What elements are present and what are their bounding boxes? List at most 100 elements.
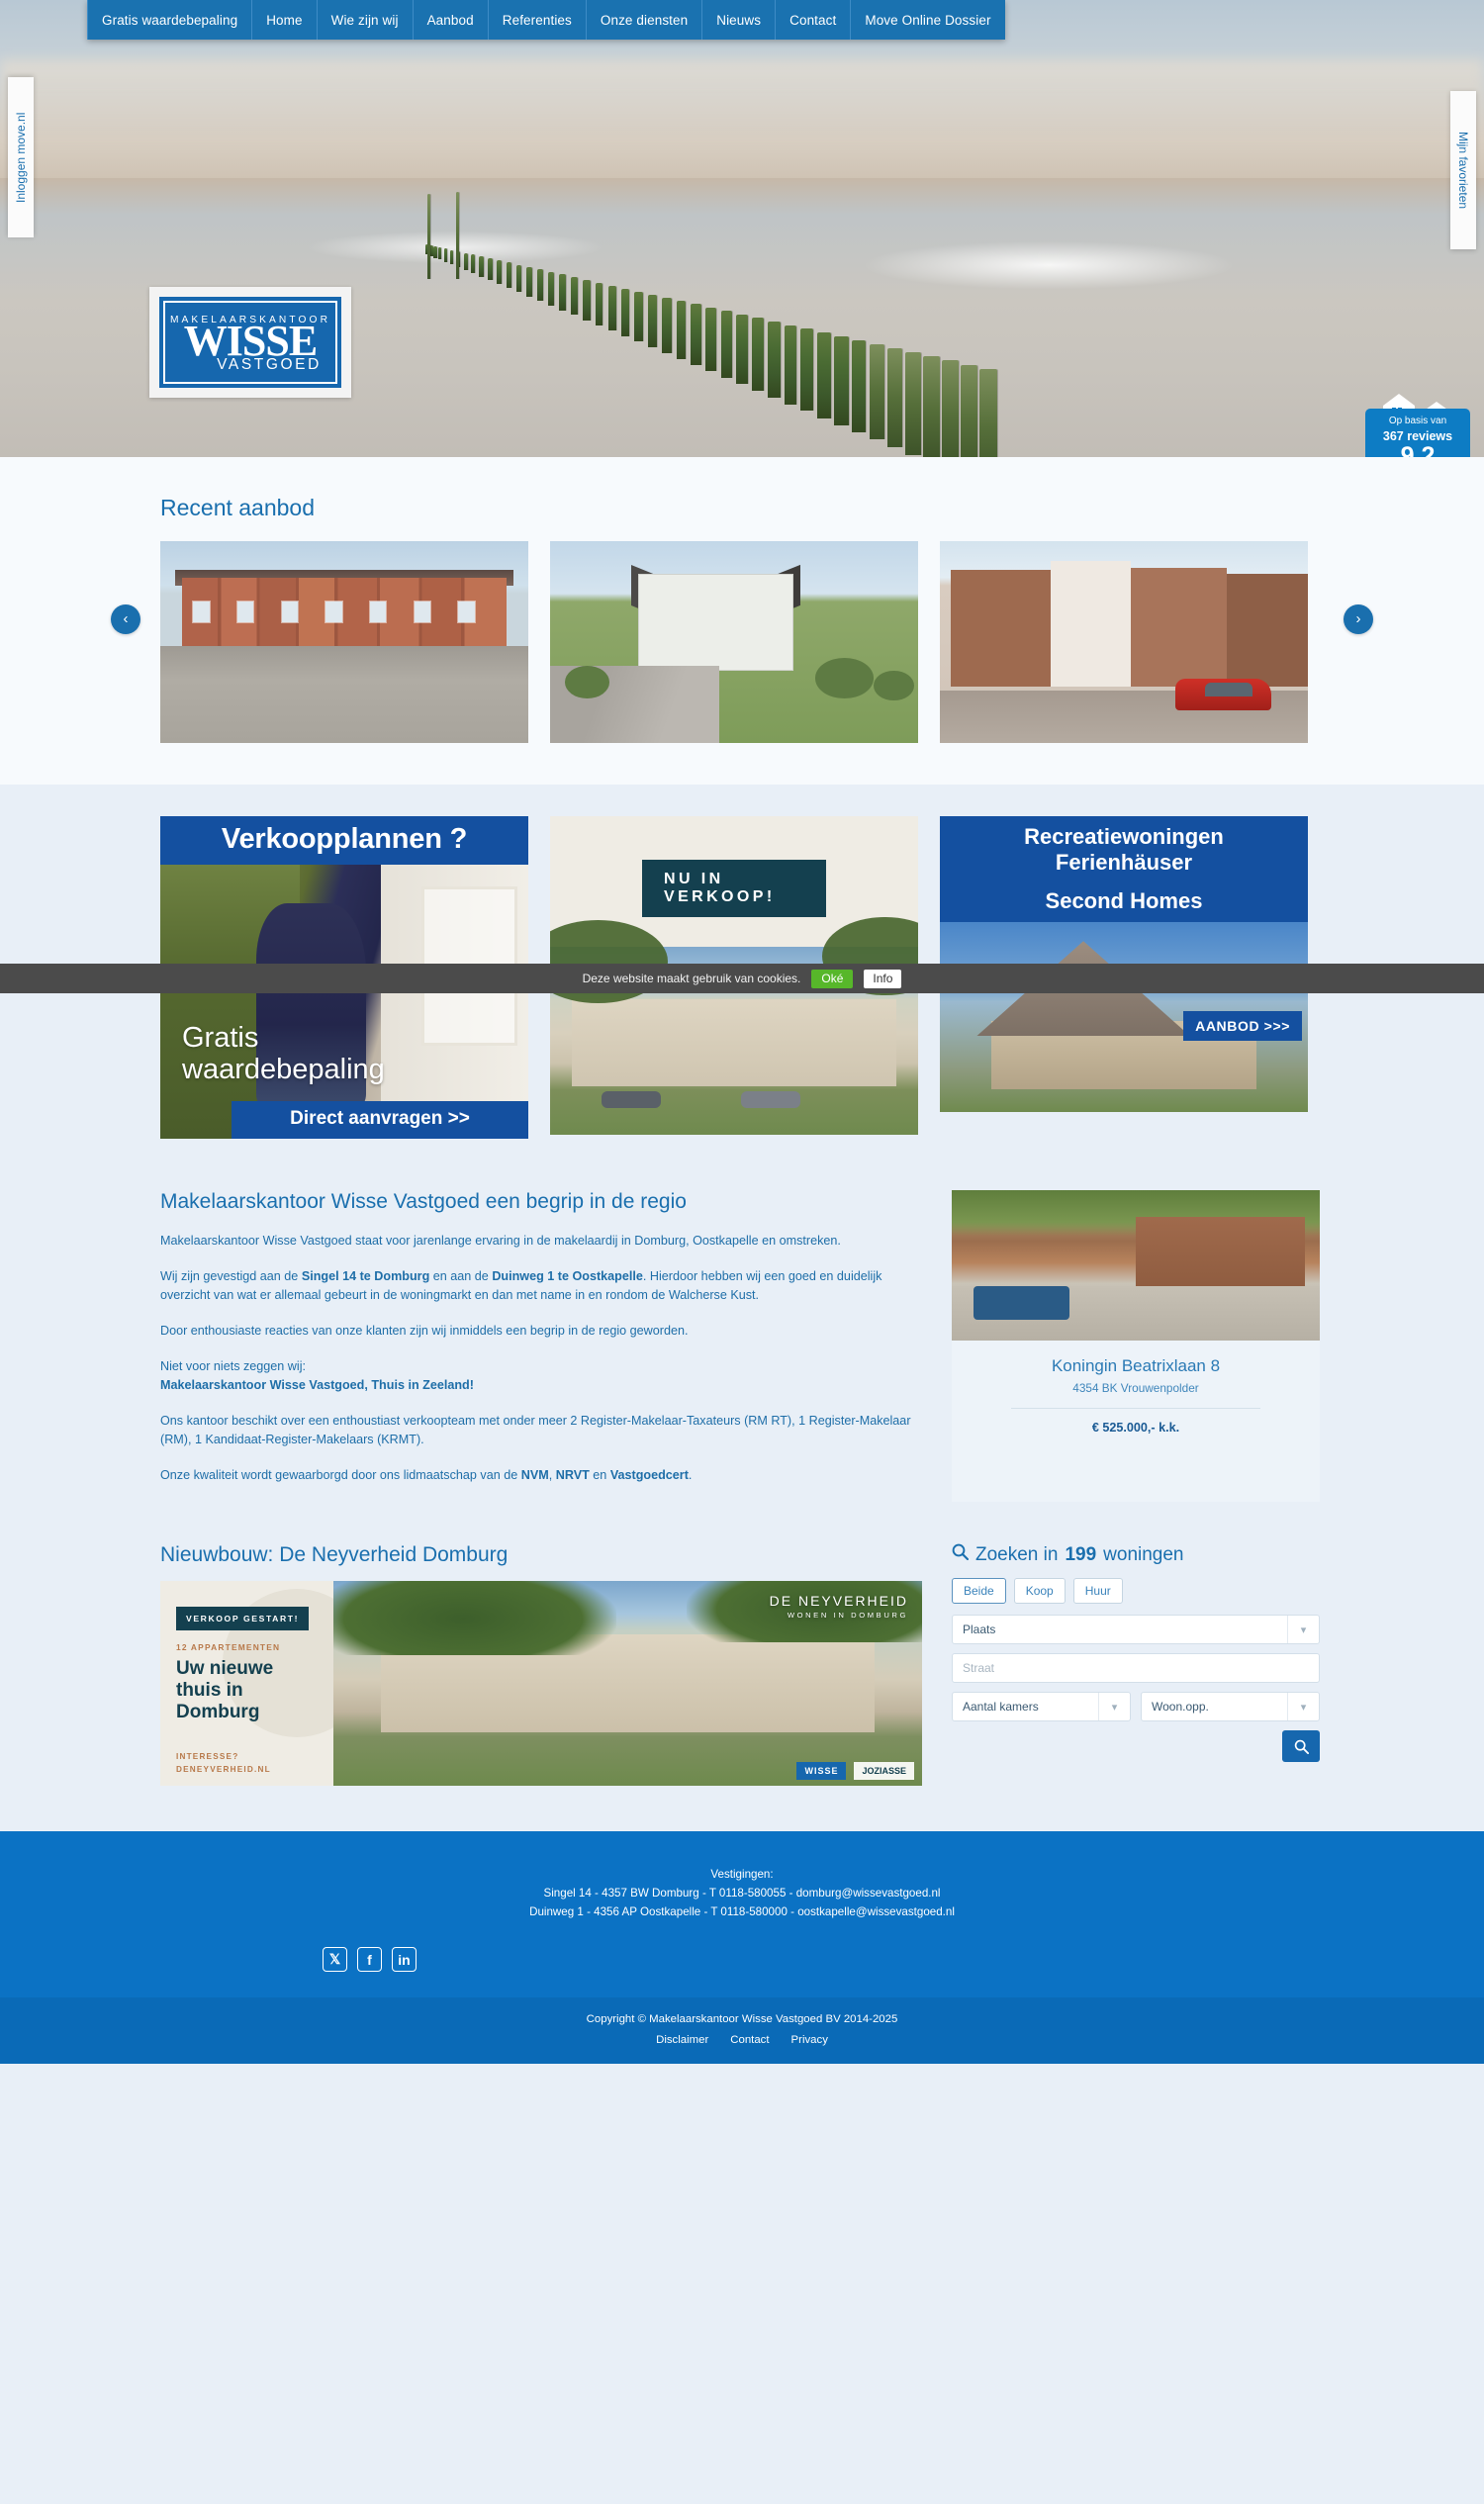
footer-address-domburg: Singel 14 - 4357 BW Domburg - T 0118-580…	[543, 1887, 941, 1900]
logo-plate: MAKELAARSKANTOOR WISSE VASTGOED	[159, 297, 341, 388]
search-icon	[952, 1543, 970, 1566]
property-search-widget: Zoeken in 199 woningen Beide Koop Huur P…	[952, 1543, 1320, 1786]
tab-huur[interactable]: Huur	[1072, 1578, 1123, 1604]
main-navigation[interactable]: Gratis waardebepaling Home Wie zijn wij Aan…	[87, 0, 1005, 40]
footer-vestigingen-label: Vestigingen:	[710, 1868, 774, 1881]
promo-tile1-cta-button[interactable]: Direct aanvragen >>	[232, 1101, 528, 1139]
search-heading-suffix: woningen	[1103, 1543, 1184, 1565]
nieuwbouw-and-search-section: Nieuwbouw: De Neyverheid Domburg VERKOOP…	[0, 1526, 1484, 1831]
nieuwbouw-overlay-title: DE NEYVERHEID	[769, 1593, 908, 1609]
about-paragraph-4: Niet voor niets zeggen wij: Makelaarskan…	[160, 1357, 922, 1395]
cookie-consent-bar: Deze website maakt gebruik van cookies. …	[0, 964, 1484, 993]
straat-input-placeholder: Straat	[963, 1661, 995, 1675]
review-badge-body: Op basis van 367 reviews 9.2	[1365, 409, 1470, 457]
copyright-text: Copyright © Makelaarskantoor Wisse Vastg…	[586, 2013, 898, 2025]
featured-property-card[interactable]: Koningin Beatrixlaan 8 4354 BK Vrouwenpo…	[952, 1190, 1320, 1502]
tab-koop[interactable]: Koop	[1013, 1578, 1066, 1604]
about-membership-vastgoedcert: Vastgoedcert	[609, 1468, 689, 1482]
about-p6-sep2: en	[589, 1468, 610, 1482]
nav-item-contact[interactable]: Contact	[776, 0, 852, 40]
footer-link-disclaimer[interactable]: Disclaimer	[656, 2034, 708, 2046]
nav-item-move-online-dossier[interactable]: Move Online Dossier	[851, 0, 1004, 40]
tab-beide[interactable]: Beide	[952, 1578, 1006, 1604]
copyright-bar: Copyright © Makelaarskantoor Wisse Vastg…	[0, 1997, 1484, 2064]
chevron-down-icon: ▾	[1287, 1693, 1319, 1720]
nav-item-home[interactable]: Home	[252, 0, 318, 40]
promo-tile3-line1: Recreatiewoningen	[1024, 824, 1224, 849]
promo-tile1-heading: Verkoopplannen ?	[160, 816, 528, 865]
nav-item-wie-zijn-wij[interactable]: Wie zijn wij	[318, 0, 414, 40]
property-thumb-card[interactable]	[550, 541, 918, 743]
promo-tile3-photo: AANBOD >>>	[940, 922, 1308, 1113]
promo-tile1-photo: Gratis waardebepaling	[160, 865, 528, 1139]
recent-offerings-section: Recent aanbod ‹ ›	[0, 457, 1484, 785]
promo-tile3-line2: Ferienhäuser	[1055, 849, 1193, 875]
about-paragraph-3: Door enthousiaste reacties van onze klan…	[160, 1324, 689, 1338]
nieuwbouw-banner[interactable]: VERKOOP GESTART! 12 APPARTEMENTEN Uw nie…	[160, 1581, 922, 1786]
promo-tile2-badge: NU IN VERKOOP!	[642, 860, 826, 917]
search-type-tabs: Beide Koop Huur	[952, 1578, 1320, 1604]
about-p4-intro: Niet voor niets zeggen wij:	[160, 1359, 306, 1373]
linkedin-icon[interactable]: in	[392, 1947, 417, 1972]
about-p2-office1: Singel 14 te Domburg	[301, 1269, 430, 1283]
cookie-accept-button[interactable]: Oké	[811, 969, 854, 988]
nav-item-onze-diensten[interactable]: Onze diensten	[587, 0, 703, 40]
carousel-prev-button[interactable]: ‹	[111, 603, 140, 634]
footer-link-contact[interactable]: Contact	[730, 2034, 769, 2046]
chevron-down-icon: ▾	[1098, 1693, 1130, 1720]
divider	[1011, 1408, 1260, 1409]
chevron-down-icon: ▾	[1287, 1616, 1319, 1643]
sidebar-tab-favorites[interactable]: Mijn favorieten	[1450, 91, 1476, 249]
recent-offerings-carousel	[160, 541, 1336, 743]
property-price: € 525.000,- k.k.	[1091, 1421, 1180, 1435]
facebook-icon[interactable]: f	[357, 1947, 382, 1972]
footer-social-links: 𝕏 f in	[323, 1947, 1336, 1972]
about-paragraph-2: Wij zijn gevestigd aan de Singel 14 te D…	[160, 1267, 922, 1305]
promo-tile3-cta-button[interactable]: AANBOD >>>	[1183, 1011, 1302, 1042]
site-footer: Vestigingen: Singel 14 - 4357 BW Domburg…	[0, 1831, 1484, 1997]
property-thumb-card[interactable]	[940, 541, 1308, 743]
logo-bottom-text: VASTGOED	[217, 356, 322, 374]
nieuwbouw-banner-photo: DE NEYVERHEID WONEN IN DOMBURG WISSE JOZ…	[333, 1581, 922, 1786]
promo-tile1-overlay-line2: waardebepaling	[182, 1053, 385, 1085]
woonoppervlak-select[interactable]: Woon.opp. ▾	[1141, 1692, 1320, 1721]
logo-joziasse-small: JOZIASSE	[854, 1762, 914, 1780]
property-photo-row-houses	[160, 541, 528, 743]
x-icon[interactable]: 𝕏	[323, 1947, 347, 1972]
logo-wisse-small: WISSE	[796, 1762, 847, 1780]
site-logo[interactable]: MAKELAARSKANTOOR WISSE VASTGOED	[149, 287, 351, 398]
search-submit-button[interactable]	[1282, 1730, 1320, 1762]
cookie-info-button[interactable]: Info	[864, 969, 902, 988]
search-heading-prefix: Zoeken in	[975, 1543, 1059, 1565]
plaats-select[interactable]: Plaats ▾	[952, 1615, 1320, 1644]
plaats-select-value: Plaats	[963, 1623, 996, 1636]
search-heading: Zoeken in 199 woningen	[952, 1543, 1320, 1566]
about-p2-part-c: en aan de	[429, 1269, 493, 1283]
logo-main-text: WISSE	[183, 316, 318, 365]
property-zipcode-city: 4354 BK Vrouwenpolder	[1072, 1381, 1199, 1395]
nieuwbouw-website: DENEYVERHEID.NL	[176, 1764, 271, 1774]
about-paragraph-1: Makelaarskantoor Wisse Vastgoed staat vo…	[160, 1234, 841, 1248]
promo-tile1-overlay: Gratis waardebepaling	[182, 1023, 516, 1085]
about-p6-sep1: ,	[548, 1468, 556, 1482]
review-score: 9.2	[1400, 442, 1436, 457]
hero-banner: Gratis waardebepaling Home Wie zijn wij Aan…	[0, 0, 1484, 457]
nav-item-gratis-waardebepaling[interactable]: Gratis waardebepaling	[87, 0, 253, 40]
about-slogan: Makelaarskantoor Wisse Vastgoed, Thuis i…	[160, 1378, 474, 1392]
footer-link-privacy[interactable]: Privacy	[791, 2034, 828, 2046]
promo-tile3-line3: Second Homes	[940, 884, 1308, 923]
nav-item-aanbod[interactable]: Aanbod	[414, 0, 489, 40]
property-thumb-card[interactable]	[160, 541, 528, 743]
footer-address-oostkapelle: Duinweg 1 - 4356 AP Oostkapelle - T 0118…	[529, 1905, 955, 1918]
property-photo-brick-street	[940, 541, 1308, 743]
sidebar-tab-login-move[interactable]: Inloggen move.nl	[8, 77, 34, 237]
about-p2-part-a: Wij zijn gevestigd aan de	[160, 1269, 302, 1283]
carousel-next-button[interactable]: ›	[1344, 603, 1373, 634]
review-score-badge[interactable]: Op basis van 367 reviews 9.2 ★ ★ ★ ★ ★	[1365, 392, 1470, 457]
nav-item-referenties[interactable]: Referenties	[489, 0, 587, 40]
aantal-kamers-select[interactable]: Aantal kamers ▾	[952, 1692, 1131, 1721]
about-paragraph-5: Ons kantoor beschikt over een enthoustia…	[160, 1414, 911, 1446]
featured-property-photo	[952, 1190, 1320, 1341]
straat-input[interactable]: Straat	[952, 1653, 1320, 1683]
nav-item-nieuws[interactable]: Nieuws	[702, 0, 777, 40]
